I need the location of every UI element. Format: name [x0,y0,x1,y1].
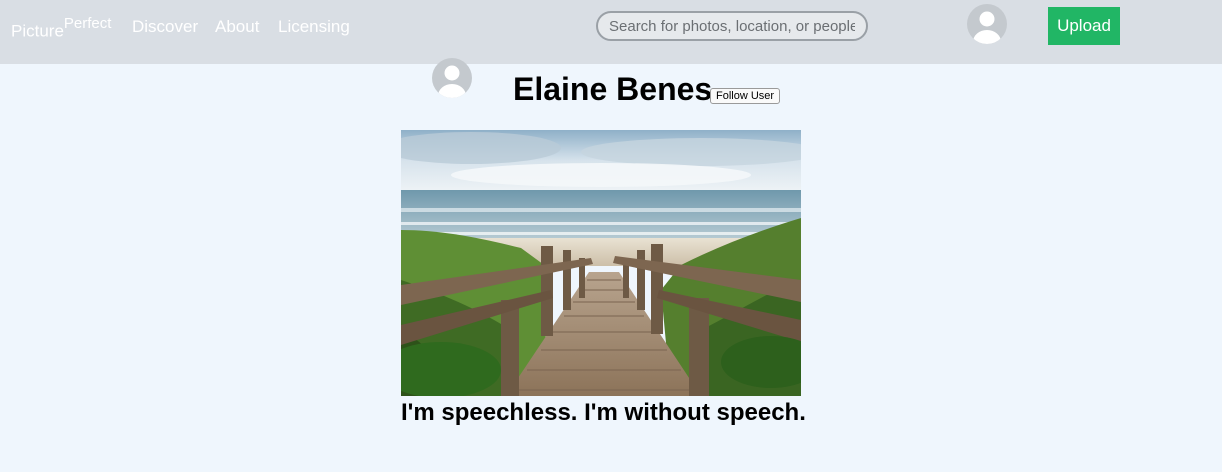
top-navbar: PicturePerfect Discover About Licensing … [0,0,1222,64]
brand-super-text: Perfect [63,15,112,32]
brand-main-text: Picture [11,21,64,41]
search-input[interactable] [596,11,868,41]
post-photo[interactable] [401,130,801,396]
post-caption: I'm speechless. I'm without speech. [401,399,806,426]
upload-button[interactable]: Upload [1048,7,1120,45]
nav-link-about[interactable]: About [215,17,259,37]
brand-logo[interactable]: PicturePerfect [11,15,112,42]
profile-name: Elaine Benes [513,71,713,107]
nav-link-licensing[interactable]: Licensing [278,17,350,37]
follow-user-button[interactable]: Follow User [710,88,781,104]
user-avatar-icon[interactable] [967,4,1007,44]
beach-stairs-image [401,130,801,396]
nav-link-discover[interactable]: Discover [132,17,198,37]
profile-avatar-icon [432,58,472,98]
